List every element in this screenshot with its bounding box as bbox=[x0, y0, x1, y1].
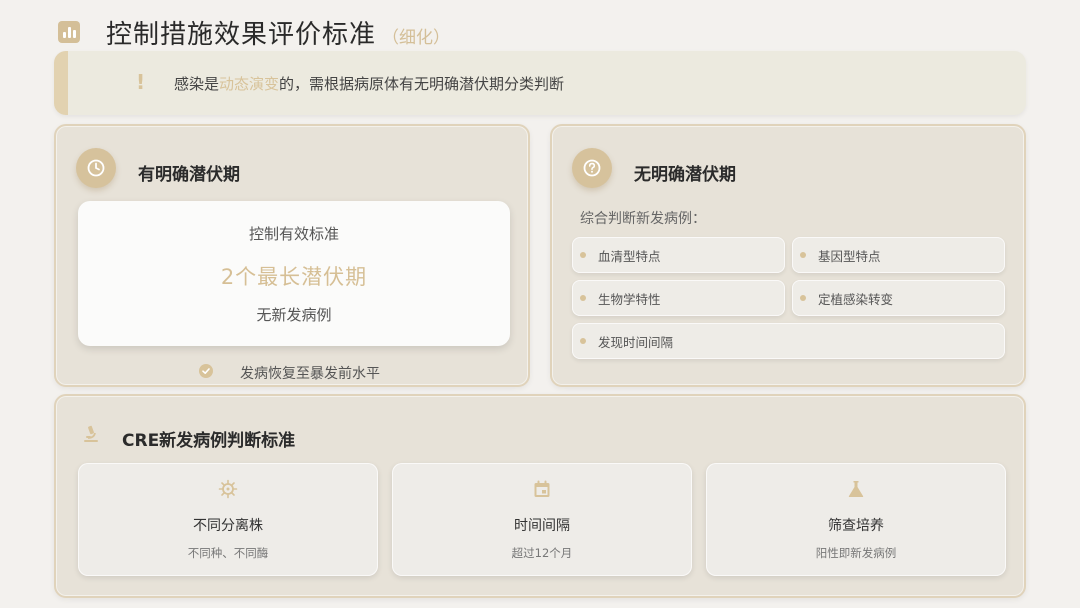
page-subtitle: （细化） bbox=[382, 27, 451, 48]
criterion-title: 筛查培养 bbox=[828, 518, 884, 534]
notice-bar: ! 感染是动态演变的，需根据病原体有无明确潜伏期分类判断 bbox=[54, 51, 1026, 115]
page: 控制措施效果评价标准 （细化） ! 感染是动态演变的，需根据病原体有无明确潜伏期… bbox=[0, 0, 1080, 608]
card-title: 有明确潜伏期 bbox=[138, 165, 240, 185]
flask-icon bbox=[848, 481, 864, 497]
notice-text: 感染是动态演变的，需根据病原体有无明确潜伏期分类判断 bbox=[174, 73, 564, 94]
standard-value: 2个最长潜伏期 bbox=[220, 265, 368, 289]
card-title: CRE新发病例判断标准 bbox=[122, 431, 296, 451]
check-circle-icon bbox=[199, 364, 213, 378]
criterion-interval: 时间间隔 超过12个月 bbox=[392, 463, 692, 576]
notice-text-before: 感染是 bbox=[174, 75, 220, 93]
effective-standard-box: 控制有效标准 2个最长潜伏期 无新发病例 bbox=[78, 201, 510, 346]
tag-genotype: 基因型特点 bbox=[792, 237, 1005, 273]
bar-chart-icon bbox=[58, 21, 80, 43]
page-title: 控制措施效果评价标准 bbox=[106, 19, 377, 50]
criterion-sub: 不同种、不同酶 bbox=[187, 546, 269, 560]
virus-icon bbox=[218, 479, 238, 499]
notice-text-after: 的，需根据病原体有无明确潜伏期分类判断 bbox=[279, 75, 565, 93]
criterion-sub: 超过12个月 bbox=[511, 546, 573, 560]
tag-time-interval: 发现时间间隔 bbox=[572, 323, 1005, 359]
exclamation-icon: ! bbox=[136, 70, 146, 94]
page-header: 控制措施效果评价标准 （细化） bbox=[58, 14, 450, 50]
calendar-icon bbox=[534, 480, 550, 497]
defined-incubation-card: 有明确潜伏期 控制有效标准 2个最长潜伏期 无新发病例 发病恢复至暴发前水平 bbox=[54, 124, 530, 387]
criterion-sub: 阳性即新发病例 bbox=[815, 546, 897, 560]
criterion-screening: 筛查培养 阳性即新发病例 bbox=[706, 463, 1006, 576]
recovery-text: 发病恢复至暴发前水平 bbox=[240, 366, 380, 382]
criterion-isolate: 不同分离株 不同种、不同酶 bbox=[78, 463, 378, 576]
microscope-icon bbox=[84, 425, 98, 442]
clock-icon bbox=[76, 148, 116, 188]
criterion-title: 时间间隔 bbox=[514, 518, 570, 534]
tag-biology: 生物学特性 bbox=[572, 280, 785, 316]
tag-serotype: 血清型特点 bbox=[572, 237, 785, 273]
cre-criteria-card: CRE新发病例判断标准 不同分离株 不同种、不同酶 时间间隔 超过12个月 筛查… bbox=[54, 394, 1026, 598]
question-icon bbox=[572, 148, 612, 188]
standard-label: 控制有效标准 bbox=[248, 225, 339, 243]
criterion-title: 不同分离株 bbox=[193, 518, 263, 534]
standard-note: 无新发病例 bbox=[256, 306, 332, 324]
undefined-incubation-card: 无明确潜伏期 综合判断新发病例： 血清型特点 基因型特点 生物学特性 定植感染转… bbox=[550, 124, 1026, 387]
comprehensive-desc: 综合判断新发病例： bbox=[580, 211, 706, 227]
card-title: 无明确潜伏期 bbox=[634, 165, 736, 185]
notice-highlight: 动态演变 bbox=[219, 75, 280, 93]
tag-colonization: 定植感染转变 bbox=[792, 280, 1005, 316]
